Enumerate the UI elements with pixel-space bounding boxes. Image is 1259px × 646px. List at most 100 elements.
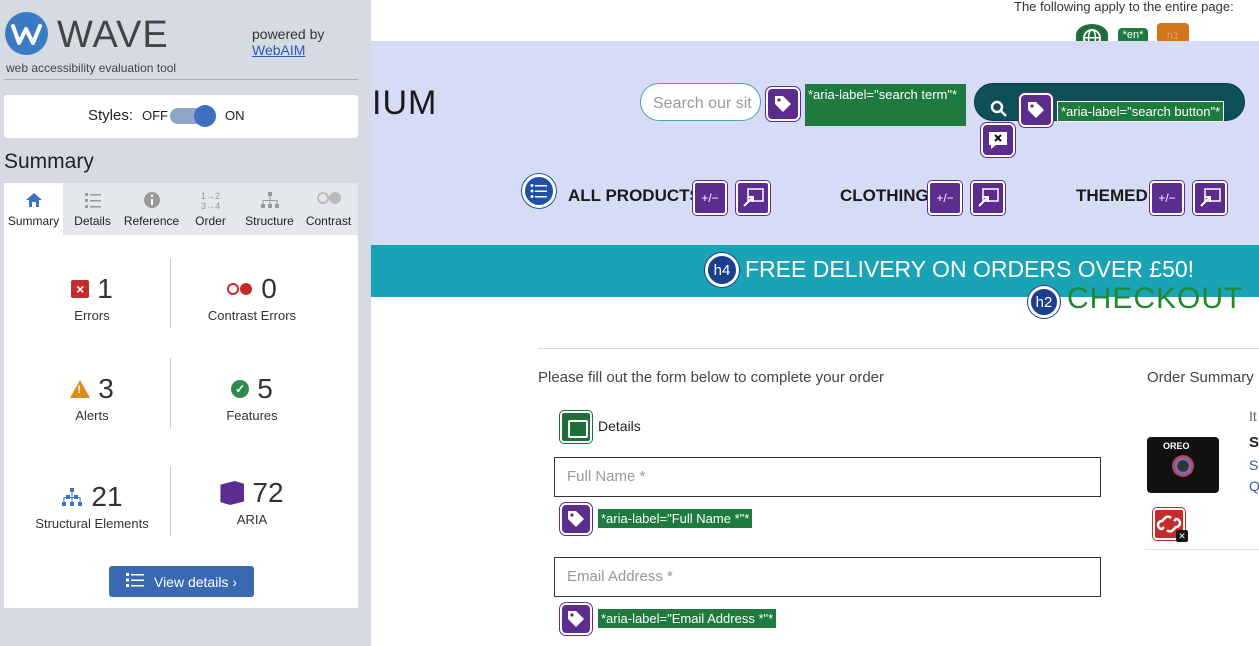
tab-details[interactable]: Details <box>63 183 122 235</box>
aria-count: 72 <box>252 477 284 508</box>
wave-tagline: web accessibility evaluation tool <box>6 61 177 75</box>
full-name-field[interactable]: Full Name * <box>554 457 1101 497</box>
styles-toggle-panel: Styles: OFF ON <box>4 95 358 138</box>
aria-tag-icon[interactable] <box>766 87 800 121</box>
tab-reference[interactable]: Reference <box>122 183 181 235</box>
search-icon <box>990 100 1008 123</box>
fieldset-icon[interactable] <box>560 411 592 443</box>
tab-label: Structure <box>245 214 294 228</box>
features-label: Features <box>226 408 278 423</box>
h1-badge[interactable]: h1 <box>1157 23 1189 43</box>
feature-check-icon: ✓ <box>231 380 250 398</box>
aria-label-annotation: *aria-label="Full Name *"* <box>598 509 753 528</box>
summary-panel: × 1 Errors 0 Contrast Errors ! 3 Alerts … <box>4 235 358 608</box>
language-badge[interactable]: *en* <box>1118 28 1148 42</box>
contrast-icon <box>316 191 342 209</box>
webaim-link[interactable]: WebAIM <box>252 42 305 58</box>
aria-popup-icon[interactable] <box>736 181 770 215</box>
site-brand[interactable]: IUM <box>372 84 437 123</box>
tab-contrast[interactable]: Contrast <box>299 183 358 235</box>
structure-icon <box>61 487 83 507</box>
aria-expanded-icon[interactable]: +/− <box>1150 181 1184 215</box>
styles-toggle-switch[interactable] <box>170 105 216 127</box>
stat-features[interactable]: ✓ 5 Features <box>167 372 337 423</box>
info-icon <box>143 191 161 213</box>
nav-all-products[interactable]: ALL PRODUCTS <box>568 186 701 206</box>
product-image[interactable]: OREO <box>1147 437 1219 493</box>
summary-title: Summary <box>4 150 94 173</box>
nav-themed[interactable]: THEMED <box>1076 186 1148 206</box>
order-item-text: Si <box>1249 457 1259 473</box>
email-field[interactable]: Email Address * <box>554 557 1101 597</box>
aria-label: ARIA <box>236 512 268 527</box>
toggle-knob <box>194 105 216 127</box>
aria-label-annotation: *aria-label="search term"* <box>805 84 966 126</box>
site-header <box>371 41 1259 245</box>
aria-tag-icon[interactable] <box>560 503 592 535</box>
styles-label: Styles: <box>88 107 134 124</box>
aria-label-annotation: *aria-label="Email Address *"* <box>598 609 777 628</box>
error-icon: × <box>71 280 90 298</box>
stat-contrast[interactable]: 0 Contrast Errors <box>167 272 337 323</box>
powered-by-text: powered by <box>252 26 325 42</box>
stat-aria[interactable]: 72 ARIA <box>167 476 337 527</box>
tab-order[interactable]: 1→2 3→4 Order <box>181 183 240 235</box>
heading-h2-badge[interactable]: h2 <box>1028 286 1060 318</box>
details-legend: Details <box>598 418 641 434</box>
features-count: 5 <box>257 373 273 404</box>
aria-expanded-icon[interactable]: +/− <box>928 181 962 215</box>
structural-count: 21 <box>91 481 123 512</box>
stat-structural[interactable]: 21 Structural Elements <box>7 480 177 531</box>
divider <box>538 348 1259 349</box>
aria-popup-icon[interactable] <box>1193 181 1227 215</box>
checkout-heading: CHECKOUT <box>1067 282 1244 315</box>
divider <box>4 79 358 80</box>
aria-label-annotation: *aria-label="search button"* <box>1057 101 1225 122</box>
stat-alerts[interactable]: ! 3 Alerts <box>7 372 177 423</box>
aria-expanded-icon[interactable]: +/− <box>693 181 727 215</box>
tab-label: Details <box>74 214 111 228</box>
contrast-label: Contrast Errors <box>207 308 297 323</box>
aria-popup-icon[interactable] <box>971 181 1005 215</box>
tab-label: Contrast <box>305 214 352 228</box>
tab-label: Summary <box>7 214 60 228</box>
aria-hidden-icon[interactable] <box>981 123 1015 157</box>
heading-h4-badge[interactable]: h4 <box>705 253 739 287</box>
view-details-button[interactable]: View details › <box>109 566 254 597</box>
nav-clothing[interactable]: CLOTHING <box>840 186 929 206</box>
list-icon <box>84 191 102 213</box>
order-item-text: S <box>1249 434 1259 451</box>
structure-icon <box>260 191 280 213</box>
tab-summary[interactable]: Summary <box>4 183 63 235</box>
wave-tabs: Summary Details Reference 1→2 3→4 Order S… <box>4 183 358 235</box>
delivery-banner-text: FREE DELIVERY ON ORDERS OVER £50! <box>745 256 1195 282</box>
errors-label: Errors <box>74 308 110 323</box>
order-summary-heading: Order Summary <box>1147 369 1254 386</box>
contrast-error-icon <box>227 282 253 296</box>
view-details-label: View details › <box>153 573 237 590</box>
product-brand-label: OREO <box>1163 441 1190 451</box>
styles-off-label: OFF <box>142 108 168 123</box>
wave-sidebar: WAVE web accessibility evaluation tool p… <box>0 0 371 646</box>
list-icon <box>125 572 144 591</box>
alerts-label: Alerts <box>75 408 109 423</box>
order-icon: 1→2 3→4 <box>200 191 221 211</box>
page-level-note: The following apply to the entire page: <box>1014 0 1234 14</box>
search-input[interactable]: Search our sit <box>640 83 761 121</box>
form-intro-text: Please fill out the form below to comple… <box>538 369 885 386</box>
aria-icon <box>220 481 245 505</box>
divider <box>1145 549 1259 550</box>
order-item-text: Q <box>1249 478 1259 494</box>
structural-label: Structural Elements <box>35 516 149 531</box>
styles-on-label: ON <box>225 108 245 123</box>
list-icon[interactable] <box>522 174 556 208</box>
aria-tag-icon[interactable] <box>560 603 592 635</box>
home-icon <box>25 191 43 213</box>
tab-label: Reference <box>123 214 180 228</box>
tab-label: Order <box>195 214 226 228</box>
wave-logo-icon <box>5 12 48 55</box>
order-item-text: It <box>1249 408 1257 424</box>
tab-structure[interactable]: Structure <box>240 183 299 235</box>
stat-errors[interactable]: × 1 Errors <box>7 272 177 323</box>
aria-tag-icon[interactable] <box>1019 93 1053 127</box>
